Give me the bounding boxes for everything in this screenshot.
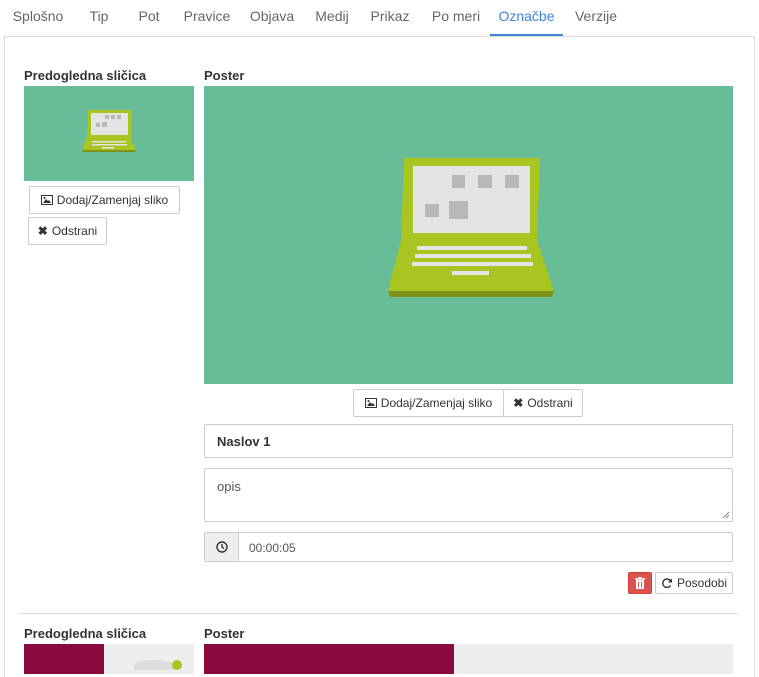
image-fill [24, 644, 104, 674]
close-icon: ✖ [37, 224, 48, 238]
update-label: Posodobi [676, 576, 728, 590]
poster-remove-label: Odstrani [527, 396, 573, 410]
time-field[interactable]: 00:00:05 [204, 532, 733, 562]
poster-add-button[interactable]: Dodaj/Zamenjaj sliko [353, 389, 504, 417]
clock-icon [215, 541, 228, 553]
tab-pravice[interactable]: Pravice [180, 0, 234, 34]
tab-oznacbe[interactable]: Označbe [490, 0, 563, 36]
tab-verzije[interactable]: Verzije [570, 0, 622, 34]
tab-tip[interactable]: Tip [84, 0, 114, 34]
poster-remove-button[interactable]: ✖ Odstrani [503, 389, 583, 417]
tab-splosno[interactable]: Splošno [8, 0, 68, 34]
marker-divider [18, 613, 738, 614]
update-button[interactable]: Posodobi [655, 572, 733, 594]
thumbnail-add-button[interactable]: Dodaj/Zamenjaj sliko [29, 186, 180, 214]
tab-bar: Splošno Tip Pot Pravice Objava Medij Pri… [0, 0, 759, 36]
image-icon [364, 398, 377, 408]
shape-decoration [172, 660, 182, 670]
image-icon [40, 195, 53, 205]
thumbnail-remove-button[interactable]: ✖ Odstrani [28, 217, 107, 245]
description-field[interactable]: opis [204, 468, 733, 522]
description-value: opis [217, 479, 241, 494]
tab-medij[interactable]: Medij [310, 0, 354, 34]
laptop-icon [388, 158, 554, 297]
time-value: 00:00:05 [249, 541, 296, 555]
poster-label: Poster [204, 68, 245, 83]
refresh-icon [662, 578, 672, 589]
laptop-icon [82, 110, 136, 152]
title-field[interactable]: Naslov 1 [204, 424, 733, 458]
thumbnail-add-label: Dodaj/Zamenjaj sliko [56, 193, 169, 207]
poster-add-label: Dodaj/Zamenjaj sliko [380, 396, 493, 410]
shape-decoration [134, 660, 174, 670]
poster-label-2: Poster [204, 626, 245, 641]
tab-prikaz[interactable]: Prikaz [366, 0, 414, 34]
tab-pot[interactable]: Pot [132, 0, 166, 34]
thumbnail-label-2: Predogledna sličica [24, 626, 147, 641]
image-fill [204, 644, 454, 674]
poster-image [204, 86, 733, 384]
tab-po-meri[interactable]: Po meri [426, 0, 486, 34]
poster-image-2 [204, 644, 733, 674]
tab-objava[interactable]: Objava [246, 0, 298, 34]
thumbnail-image [24, 86, 194, 181]
close-icon: ✖ [513, 396, 524, 410]
thumbnail-remove-label: Odstrani [51, 224, 98, 238]
time-addon [205, 533, 239, 561]
title-value: Naslov 1 [217, 434, 271, 449]
delete-marker-button[interactable] [628, 572, 652, 594]
thumbnail-label: Predogledna sličica [24, 68, 147, 83]
thumbnail-image-2 [24, 644, 194, 674]
trash-icon [635, 577, 645, 589]
resize-handle-icon[interactable] [722, 511, 730, 519]
